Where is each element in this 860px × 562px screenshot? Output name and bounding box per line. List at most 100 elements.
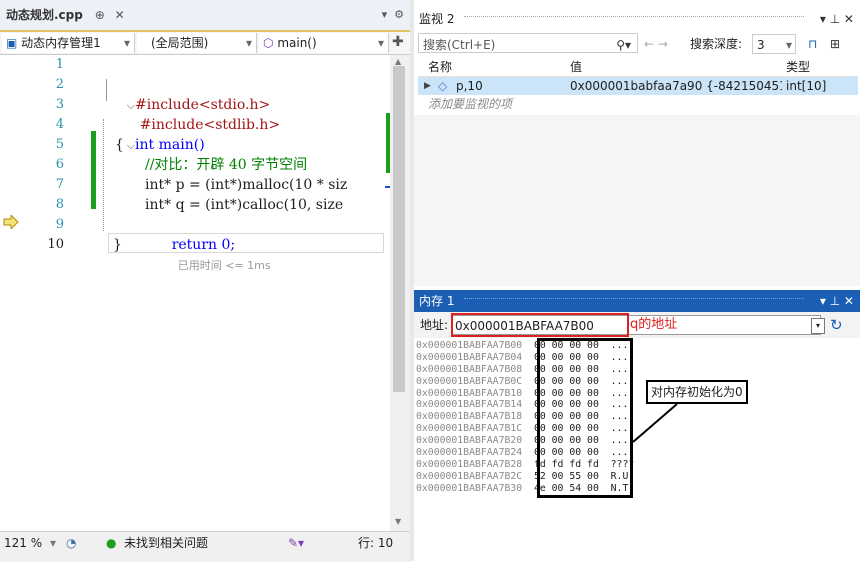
panel-menu-icons[interactable]: ▾ ⊥ ✕: [820, 8, 854, 30]
code-editor-pane: 动态规划.cpp ⊕ ✕ ▾ ⚙ ▣ 动态内存管理1 ▾ (全局范围) ▾ ⬡ …: [0, 0, 410, 562]
line-indicator: 行: 10: [358, 536, 394, 550]
refresh-icon[interactable]: ↻: [830, 312, 843, 338]
scope-dropdown[interactable]: (全局范围) ▾: [137, 33, 257, 53]
chevron-down-icon[interactable]: ▾: [811, 318, 825, 334]
zero-bytes-highlight: [537, 338, 633, 498]
brush-icon[interactable]: ✎▾: [288, 532, 304, 554]
search-placeholder: 搜索(Ctrl+E): [423, 38, 496, 52]
chevron-down-icon[interactable]: ▾: [50, 532, 56, 554]
split-icon[interactable]: ✚: [392, 34, 404, 50]
column-type[interactable]: 类型: [786, 58, 810, 76]
editor-status-bar: 121 % ▾ ◔ ● 未找到相关问题 ✎▾ 行: 10: [0, 531, 410, 562]
watch-title-bar: 监视 2 ▾ ⊥ ✕: [414, 8, 860, 30]
panel-menu-icons[interactable]: ▾ ⊥ ✕: [820, 290, 854, 312]
annotation-box: [451, 313, 629, 337]
project-dropdown[interactable]: ▣ 动态内存管理1 ▾: [2, 33, 135, 53]
project-icon: ▣: [6, 36, 18, 50]
chevron-down-icon: ▾: [785, 38, 792, 52]
add-watch-placeholder: 添加要监视的项: [428, 97, 513, 111]
code-area[interactable]: 1 2 3 4 5 6 7 8 9 10 ⌵#include<stdio.h> …: [0, 55, 405, 531]
column-value[interactable]: 值: [570, 58, 582, 76]
watch-type: int[10]: [786, 79, 827, 93]
navigation-bar: ▣ 动态内存管理1 ▾ (全局范围) ▾ ⬡ main() ▾ ✚: [0, 32, 410, 55]
scroll-up-icon[interactable]: ▲: [395, 57, 401, 66]
editor-tab[interactable]: 动态规划.cpp ⊕ ✕: [0, 0, 131, 30]
check-icon: ●: [106, 536, 117, 550]
collapse-icon[interactable]: ⌵: [127, 139, 135, 152]
line-number: 6: [55, 157, 64, 172]
code-line-3: #include<stdlib.h>: [113, 95, 280, 133]
add-watch-item[interactable]: 添加要监视的项: [418, 95, 858, 113]
line-number: 10: [47, 237, 64, 252]
function-icon: ⬡: [263, 36, 274, 50]
code-line-7: int* p = (int*)malloc(10 * siz: [145, 177, 348, 193]
code-line-2: ⌵#include<stdio.h>: [100, 75, 271, 113]
watch-value: 0x000001babfaa7a90 {-842150451, -8...: [570, 79, 782, 93]
column-name[interactable]: 名称: [428, 58, 452, 76]
issues-status[interactable]: 未找到相关问题: [124, 532, 208, 554]
search-depth-dropdown[interactable]: 3 ▾: [752, 34, 796, 54]
function-dropdown[interactable]: ⬡ main() ▾: [259, 33, 389, 53]
perf-tip: 已用时间 <= 1ms: [177, 259, 271, 272]
watch-name: p,10: [456, 79, 483, 93]
function-signature: int main(): [135, 137, 205, 153]
editor-tab-bar: 动态规划.cpp ⊕ ✕ ▾ ⚙: [0, 0, 410, 32]
current-line-arrow-icon: [3, 215, 19, 229]
annotation-connector: [632, 403, 678, 443]
memory-grid[interactable]: 0x000001BABFAA7B00 00 00 00 00 .... 0x00…: [414, 338, 860, 561]
callout-text: 对内存初始化为0: [651, 385, 743, 399]
line-number: 5: [55, 137, 64, 152]
project-label: 动态内存管理1: [21, 36, 101, 50]
code-line-5: {: [115, 137, 124, 153]
code-line-6: //对比：开辟 40 字节空间: [145, 157, 308, 173]
close-icon[interactable]: ✕: [115, 8, 125, 22]
line-number: 9: [55, 217, 64, 232]
hex-display-icon[interactable]: ⊞: [830, 33, 840, 55]
line-number: 3: [55, 97, 64, 112]
watch-search-input[interactable]: 搜索(Ctrl+E) ⚲▾: [418, 33, 638, 53]
watch-empty-area: [414, 115, 860, 286]
chevron-down-icon: ▾: [245, 36, 252, 50]
expand-icon[interactable]: ▶: [424, 77, 431, 95]
pin-icon[interactable]: ⊕: [95, 8, 105, 22]
line-number: 4: [55, 117, 64, 132]
zoom-level[interactable]: 121 %: [4, 532, 42, 554]
memory-title-bar: 内存 1 ▾ ⊥ ✕: [414, 290, 860, 312]
watch-header: 名称 值 类型: [418, 58, 858, 77]
function-label: main(): [277, 36, 317, 50]
init-zero-callout: 对内存初始化为0: [646, 380, 748, 404]
back-forward-icons[interactable]: ← →: [644, 33, 668, 55]
title-grip: [464, 16, 805, 23]
code-line-8: int* q = (int*)calloc(10, size: [145, 197, 344, 213]
search-icon[interactable]: ⚲▾: [616, 34, 631, 56]
title-grip: [464, 298, 805, 305]
search-depth-label: 搜索深度:: [690, 37, 743, 51]
annotation-address-label: q的地址: [630, 317, 678, 332]
search-depth-value: 3: [757, 38, 765, 52]
line-number: 1: [55, 57, 64, 72]
scroll-down-icon[interactable]: ▼: [395, 517, 401, 526]
code-line-4: ⌵int main(): [100, 115, 205, 153]
scope-label: (全局范围): [151, 36, 209, 50]
line-numbers: 1 2 3 4 5 6 7 8 9 10: [28, 55, 64, 255]
code-line-9: return 0; 已用时间 <= 1ms: [145, 215, 271, 272]
change-indicator: [91, 131, 96, 209]
watch-row[interactable]: ▶ ◇ p,10 0x000001babfaa7a90 {-842150451,…: [418, 77, 858, 95]
chevron-down-icon: ▾: [123, 36, 130, 50]
git-icon[interactable]: ◔: [66, 532, 76, 554]
line-number: 2: [55, 77, 64, 92]
watch-search-row: 搜索(Ctrl+E) ⚲▾ ← → 搜索深度: 3 ▾ ⊓ ⊞: [418, 33, 858, 55]
code-line-10: }: [113, 237, 122, 253]
variable-icon: ◇: [438, 79, 448, 93]
tab-overflow-icons[interactable]: ▾ ⚙: [382, 0, 404, 30]
watch-title: 监视 2: [419, 12, 455, 26]
scrollbar-thumb[interactable]: [393, 66, 405, 392]
memory-address-bar: 地址: 0x000001BABFAA7B00 q的地址 ▾ ↻: [414, 312, 860, 338]
chevron-down-icon: ▾: [377, 36, 384, 50]
pin-icon[interactable]: ⊓: [808, 33, 817, 55]
tab-title: 动态规划.cpp: [6, 8, 83, 22]
line-number: 7: [55, 177, 64, 192]
return-statement: return 0;: [171, 237, 236, 253]
address-label: 地址:: [420, 318, 449, 332]
memory-title: 内存 1: [419, 294, 455, 308]
